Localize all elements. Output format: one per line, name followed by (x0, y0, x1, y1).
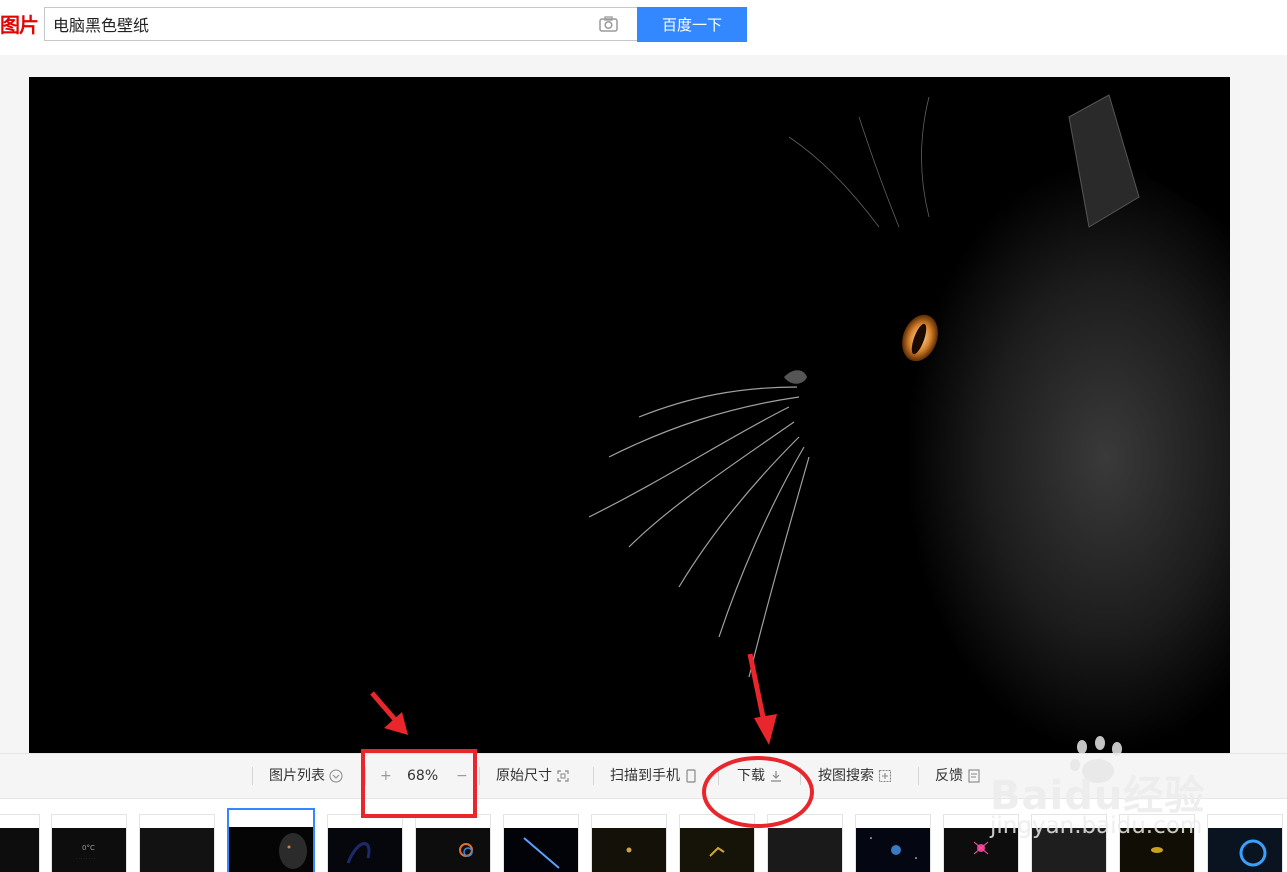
download-label: 下载 (737, 768, 765, 784)
toolbar-separator (252, 767, 253, 785)
download-icon (771, 771, 781, 782)
svg-text:0°C: 0°C (82, 844, 95, 852)
search-box[interactable] (44, 7, 637, 41)
toolbar-separator (365, 767, 366, 785)
download-button[interactable]: 下载 (737, 766, 783, 786)
thumbnail[interactable] (943, 814, 1019, 872)
zoom-in-button[interactable]: + (380, 766, 392, 786)
feedback-label: 反馈 (935, 768, 963, 784)
thumbnail[interactable] (1207, 814, 1283, 872)
thumbnail[interactable] (855, 814, 931, 872)
toolbar-separator (479, 767, 480, 785)
main-image[interactable] (29, 77, 1230, 753)
image-list-button[interactable]: 图片列表 (269, 766, 343, 786)
svg-text:. . . . . . . .: . . . . . . . . (76, 855, 95, 860)
search-input[interactable] (53, 8, 593, 40)
search-by-image-label: 按图搜索 (818, 768, 874, 784)
thumbnail[interactable] (591, 814, 667, 872)
viewer-toolbar: 图片列表 + 68% − 原始尺寸 扫描到手机 下载 按图搜索 反馈 (0, 753, 1287, 799)
thumbnail[interactable]: 0°C . . . . . . . . (51, 814, 127, 872)
scan-to-phone-button[interactable]: 扫描到手机 (610, 766, 698, 786)
feedback-icon (968, 769, 980, 783)
original-size-label: 原始尺寸 (496, 768, 552, 784)
toolbar-separator (718, 767, 719, 785)
viewer-right-margin (1230, 77, 1287, 753)
thumbnail[interactable] (139, 814, 215, 872)
phone-icon (686, 769, 696, 783)
feedback-button[interactable]: 反馈 (935, 766, 981, 786)
thumbnail[interactable] (415, 814, 491, 872)
thumbnail[interactable] (1031, 814, 1107, 872)
thumbnail[interactable] (0, 814, 40, 872)
search-by-image-button[interactable]: 按图搜索 (818, 766, 892, 786)
fit-size-icon (557, 770, 569, 782)
toolbar-separator (593, 767, 594, 785)
baidu-image-logo[interactable]: 图片 (0, 14, 39, 38)
original-size-button[interactable]: 原始尺寸 (496, 766, 570, 786)
thumbnail[interactable] (327, 814, 403, 872)
zoom-out-button[interactable]: − (456, 766, 468, 786)
toolbar-separator (800, 767, 801, 785)
thumbnail-strip: 0°C . . . . . . . . (0, 808, 1287, 872)
thumbnail-selected[interactable] (227, 808, 315, 872)
top-divider-band (0, 55, 1287, 77)
thumbnail[interactable] (767, 814, 843, 872)
camera-icon[interactable] (598, 15, 620, 33)
zoom-level: 68% (407, 768, 439, 784)
thumbnail[interactable] (503, 814, 579, 872)
image-search-icon (878, 769, 892, 783)
chevron-down-circle-icon (329, 769, 343, 783)
thumbnail[interactable] (679, 814, 755, 872)
image-list-label: 图片列表 (269, 768, 325, 784)
thumbnail[interactable] (1119, 814, 1195, 872)
scan-to-phone-label: 扫描到手机 (610, 768, 680, 784)
viewer-left-margin (0, 77, 29, 753)
search-button[interactable]: 百度一下 (637, 7, 747, 42)
toolbar-separator (918, 767, 919, 785)
